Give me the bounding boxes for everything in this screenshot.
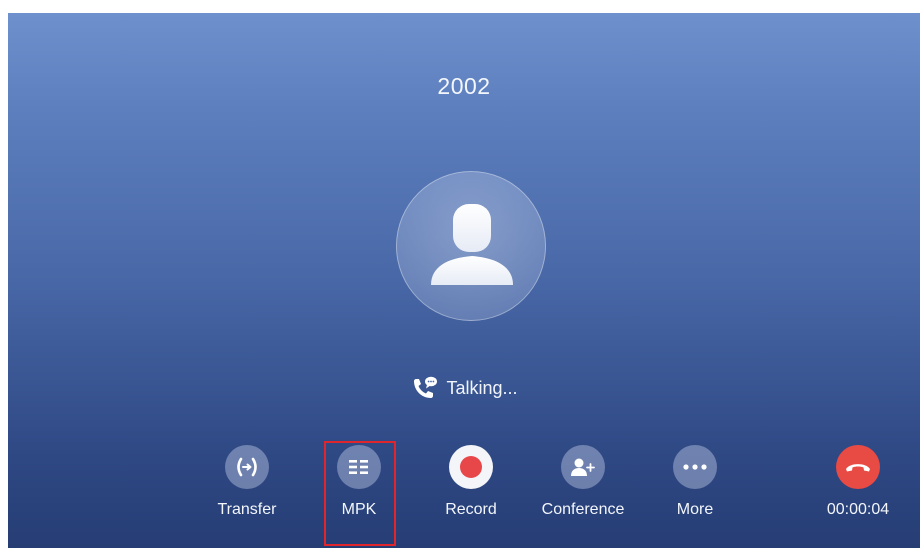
conference-button[interactable]: Conference <box>528 445 638 519</box>
status-text: Talking... <box>446 377 518 398</box>
record-button[interactable]: Record <box>416 445 526 519</box>
more-dots-icon <box>683 464 707 470</box>
transfer-button-circle[interactable] <box>225 445 269 489</box>
hangup-icon <box>846 464 870 472</box>
caller-number: 2002 <box>437 73 491 99</box>
more-button-circle[interactable] <box>673 445 717 489</box>
transfer-label: Transfer <box>217 501 277 518</box>
more-label: More <box>676 501 714 518</box>
transfer-icon <box>237 457 257 477</box>
record-icon <box>460 456 482 478</box>
hangup-button[interactable]: 00:00:04 <box>803 445 913 519</box>
more-button[interactable]: More <box>640 445 750 519</box>
contact-avatar <box>396 171 546 321</box>
transfer-button[interactable]: Transfer <box>192 445 302 519</box>
conference-label: Conference <box>541 501 625 518</box>
call-status: Talking... <box>8 375 920 401</box>
record-button-circle[interactable] <box>449 445 493 489</box>
hangup-button-circle[interactable] <box>836 445 880 489</box>
conference-button-circle[interactable] <box>561 445 605 489</box>
call-screen: 2002 Talking... Transfer MPK Record Conf… <box>8 13 920 548</box>
phone-talking-icon <box>414 376 438 398</box>
mpk-highlight-box <box>324 441 396 546</box>
add-person-icon <box>571 458 595 476</box>
call-timer: 00:00:04 <box>826 501 890 518</box>
person-silhouette-icon <box>431 204 513 285</box>
record-label: Record <box>445 501 497 518</box>
